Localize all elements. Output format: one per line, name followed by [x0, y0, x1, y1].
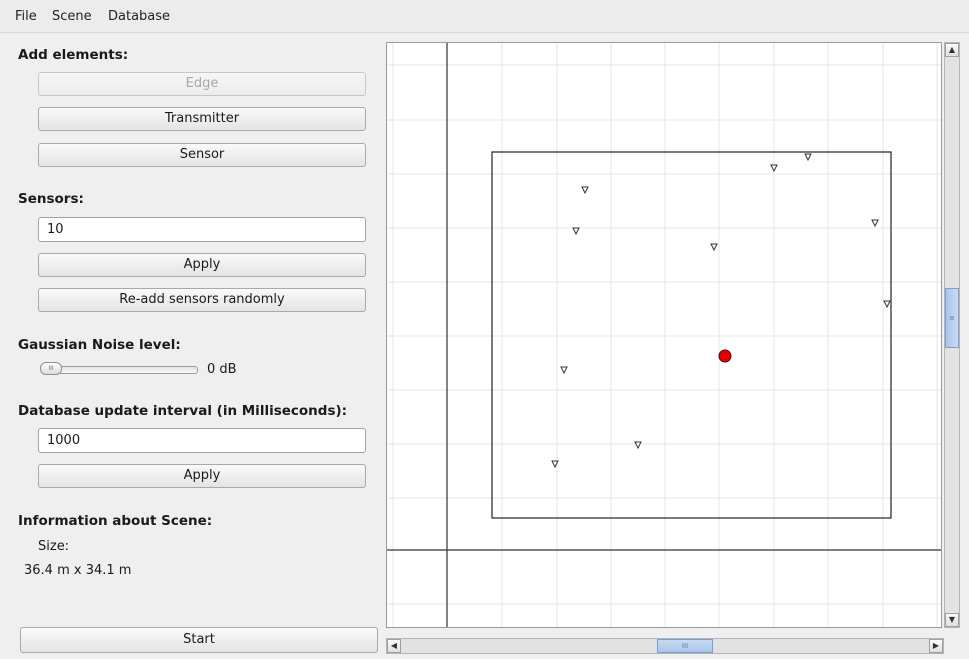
vertical-scroll-thumb[interactable]: ≡	[945, 288, 959, 348]
horizontal-scrollbar[interactable]: ◀ III ▶	[386, 638, 944, 654]
transmitter-marker[interactable]	[718, 349, 732, 363]
scroll-down-icon[interactable]: ▼	[945, 613, 959, 627]
scene-size-label: Size:	[38, 539, 70, 554]
sensors-label: Sensors:	[18, 191, 84, 207]
add-transmitter-button[interactable]: Transmitter	[38, 107, 366, 131]
scene-view[interactable]	[386, 42, 942, 628]
add-edge-button[interactable]: Edge	[38, 72, 366, 96]
add-elements-label: Add elements:	[18, 47, 129, 63]
sensor-icon[interactable]	[710, 243, 718, 252]
vertical-scrollbar[interactable]: ▲ ≡ ▼	[944, 42, 960, 628]
sensor-icon[interactable]	[804, 153, 812, 162]
scroll-up-icon[interactable]: ▲	[945, 43, 959, 57]
sensor-icon[interactable]	[770, 164, 778, 173]
menu-file[interactable]: File	[15, 9, 37, 24]
scene-boundary	[491, 151, 892, 519]
noise-value: 0 dB	[207, 362, 237, 377]
menu-bar: File Scene Database	[0, 0, 969, 33]
sensor-icon[interactable]	[871, 219, 879, 228]
sensor-icon[interactable]	[883, 300, 891, 309]
sensors-apply-button[interactable]: Apply	[38, 253, 366, 277]
db-apply-button[interactable]: Apply	[38, 464, 366, 488]
scroll-right-icon[interactable]: ▶	[929, 639, 943, 653]
menu-database[interactable]: Database	[108, 9, 170, 24]
scene-grid	[387, 43, 941, 627]
sensor-icon[interactable]	[634, 441, 642, 450]
scene-info-label: Information about Scene:	[18, 513, 213, 529]
sensor-icon[interactable]	[572, 227, 580, 236]
readd-sensors-button[interactable]: Re-add sensors randomly	[38, 288, 366, 312]
menu-scene[interactable]: Scene	[52, 9, 92, 24]
scene-size-value: 36.4 m x 34.1 m	[24, 563, 132, 578]
add-sensor-button[interactable]: Sensor	[38, 143, 366, 167]
sensor-icon[interactable]	[560, 366, 568, 375]
noise-label: Gaussian Noise level:	[18, 337, 181, 353]
db-interval-input[interactable]: 1000	[38, 428, 366, 453]
noise-slider-handle[interactable]: III	[40, 362, 62, 375]
sensor-count-input[interactable]: 10	[38, 217, 366, 242]
sensor-markers[interactable]	[551, 153, 891, 469]
scroll-left-icon[interactable]: ◀	[387, 639, 401, 653]
scene-canvas[interactable]	[387, 43, 942, 628]
noise-slider[interactable]	[42, 366, 198, 374]
horizontal-scroll-thumb[interactable]: III	[657, 639, 713, 653]
sensor-icon[interactable]	[581, 186, 589, 195]
db-interval-label: Database update interval (in Millisecond…	[18, 403, 348, 419]
start-button[interactable]: Start	[20, 627, 378, 653]
